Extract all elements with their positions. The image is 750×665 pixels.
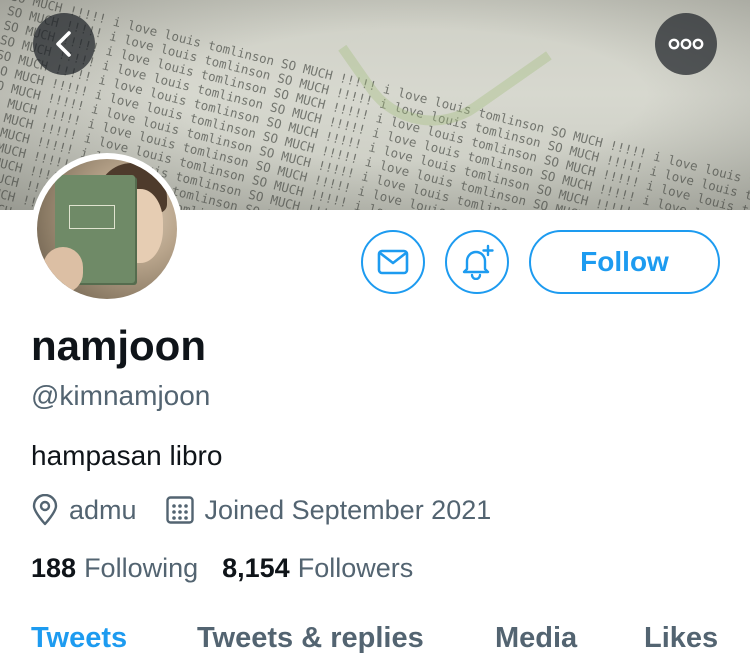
bio-text: hampasan libro [31, 440, 223, 471]
followers-count: 8,154 [222, 553, 290, 583]
tab-tweets[interactable]: Tweets [31, 622, 127, 655]
join-date: Joined September 2021 [165, 494, 492, 526]
following-count: 188 [31, 553, 77, 583]
avatar-image [37, 159, 177, 299]
more-options-button[interactable] [655, 13, 717, 75]
tab-media[interactable]: Media [495, 622, 577, 655]
message-button[interactable] [361, 230, 425, 294]
following-label: Following [84, 553, 199, 583]
join-date-text: Joined September 2021 [204, 494, 492, 525]
location: admu [31, 494, 137, 526]
avatar[interactable] [31, 153, 183, 305]
followers-label: Followers [297, 553, 414, 583]
tab-tweets-and-replies[interactable]: Tweets & replies [197, 622, 424, 655]
followers-link[interactable]: 8,154 Followers [222, 553, 413, 584]
tab-likes[interactable]: Likes [644, 622, 718, 655]
display-name: namjoon [31, 322, 206, 369]
chevron-left-icon [56, 31, 71, 57]
envelope-icon [377, 249, 409, 275]
location-pin-icon [32, 494, 58, 526]
follow-stats: 188 Following 8,154 Followers [31, 553, 413, 584]
calendar-icon [165, 496, 194, 524]
ellipsis-icon [668, 38, 704, 50]
notifications-button[interactable] [445, 230, 509, 294]
following-link[interactable]: 188 Following [31, 553, 198, 584]
username-handle: @kimnamjoon [31, 380, 211, 411]
follow-button[interactable]: Follow [529, 230, 720, 294]
profile-tabs: Tweets Tweets & replies Media Likes [0, 622, 750, 665]
location-text: admu [69, 494, 137, 525]
back-button[interactable] [33, 13, 95, 75]
profile-meta: admu Joined September 2021 [31, 492, 491, 528]
bell-plus-icon [462, 244, 494, 280]
